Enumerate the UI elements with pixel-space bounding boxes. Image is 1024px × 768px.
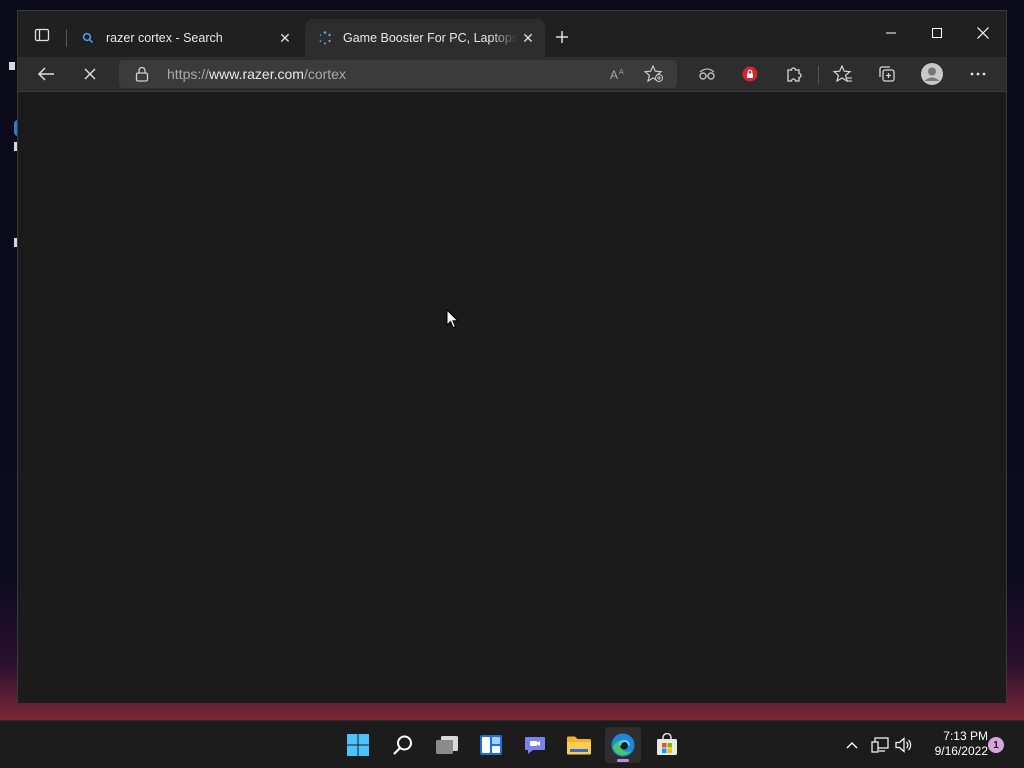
read-aloud-icon[interactable]: AA [609,65,629,83]
ellipsis-icon [970,72,986,76]
close-tab-icon[interactable]: ✕ [274,27,296,49]
microsoft-store-button[interactable] [649,727,685,763]
loading-icon [317,30,333,46]
minimize-button[interactable] [868,13,914,53]
page-content-loading[interactable] [18,91,1006,703]
mouse-cursor-icon [446,309,460,329]
collections-icon [879,66,895,82]
minimize-icon [886,32,896,34]
tab-strip: razer cortex - Search ✕ Game Booster For… [18,11,1006,57]
avatar-icon [921,63,943,85]
favorites-button[interactable] [829,61,857,87]
network-icon [871,737,889,753]
file-explorer-button[interactable] [561,727,597,763]
close-tab-icon[interactable]: ✕ [517,27,539,49]
back-arrow-icon [37,67,54,81]
tab-game-booster[interactable]: Game Booster For PC, Laptops | Razer Cor… [305,19,545,57]
svg-text:A: A [619,69,624,76]
extension-1-button[interactable] [693,61,721,87]
address-bar[interactable]: https://www.razer.com/cortex AA [119,60,677,88]
taskbar-search-button[interactable] [385,727,421,763]
search-icon [393,735,412,755]
new-tab-button[interactable] [550,25,574,49]
navigation-toolbar: https://www.razer.com/cortex AA [18,57,1006,91]
tab-actions-button[interactable] [28,23,56,47]
more-menu-button[interactable] [964,61,992,87]
stop-icon [84,68,96,80]
notification-badge[interactable]: 1 [988,737,1004,753]
red-lock-extension-icon [742,66,758,82]
url-path: /cortex [303,66,346,82]
add-favorite-icon[interactable] [644,65,664,83]
clock[interactable]: 7:13 PM 9/16/2022 [920,729,988,759]
clock-time: 7:13 PM [943,729,988,743]
plus-icon [556,31,568,43]
url-host: www.razer.com [209,66,304,82]
task-view-icon [436,736,458,754]
widgets-icon [480,735,502,755]
windows-logo-icon [347,734,369,756]
tab-razer-cortex-search[interactable]: razer cortex - Search ✕ [68,19,302,57]
store-bag-icon [657,733,677,755]
puzzle-icon [787,67,802,82]
url-text[interactable]: https://www.razer.com/cortex [167,66,346,82]
extensions-button[interactable] [780,61,808,87]
svg-text:A: A [610,68,618,81]
maximize-button[interactable] [914,13,960,53]
stop-loading-button[interactable] [76,61,104,87]
profile-button[interactable] [918,61,946,87]
clock-date: 9/16/2022 [934,744,988,758]
show-hidden-icons-button[interactable] [842,735,862,755]
url-scheme: https:// [167,66,210,82]
widgets-button[interactable] [473,727,509,763]
speaker-icon [895,737,912,753]
search-icon [80,30,96,46]
start-button[interactable] [340,727,376,763]
close-icon [977,27,989,39]
task-view-button[interactable] [429,727,465,763]
chevron-up-icon [846,742,858,749]
volume-button[interactable] [894,735,914,755]
chat-icon [525,737,545,754]
edge-icon [611,733,635,757]
toolbar-separator [818,66,819,84]
favorites-star-icon [833,65,852,83]
collections-button[interactable] [873,61,901,87]
teams-chat-button[interactable] [517,727,553,763]
taskbar: 7:13 PM 9/16/2022 1 [0,720,1024,768]
lock-icon[interactable] [135,66,149,87]
network-button[interactable] [870,735,890,755]
glasses-extension-icon [699,68,715,80]
tab-actions-icon [34,28,50,42]
tab-title: Game Booster For PC, Laptops | Razer Cor… [343,31,517,45]
tab-title: razer cortex - Search [106,31,223,45]
active-app-indicator [617,759,629,762]
close-window-button[interactable] [960,13,1006,53]
browser-window: razer cortex - Search ✕ Game Booster For… [17,10,1007,703]
folder-icon [567,736,591,755]
extension-2-button[interactable] [736,61,764,87]
tab-divider [66,29,67,47]
maximize-icon [932,28,942,38]
back-button[interactable] [32,61,60,87]
edge-browser-button[interactable] [605,727,641,763]
